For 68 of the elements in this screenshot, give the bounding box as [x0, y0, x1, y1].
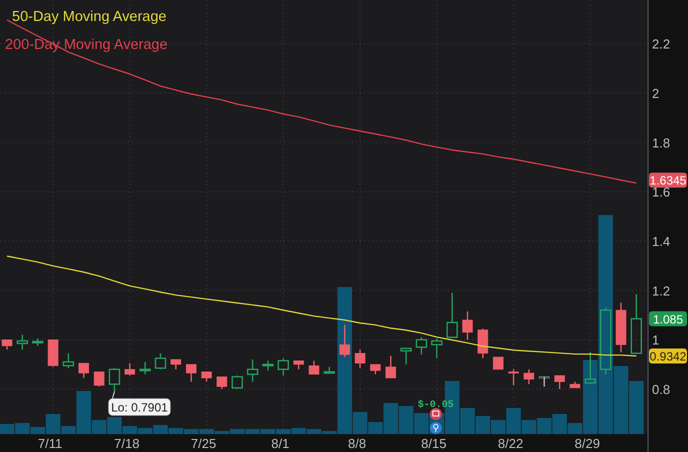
candlestick	[293, 360, 304, 370]
candlestick	[570, 382, 580, 388]
candlestick	[48, 339, 58, 367]
candlestick	[400, 348, 412, 364]
axis-label: 8/8	[348, 436, 366, 451]
axis-label: 7/11	[38, 436, 62, 451]
candlestick	[94, 371, 104, 387]
legend-label: 50-Day Moving Average	[12, 9, 166, 25]
candlestick	[16, 334, 28, 350]
axis-label: 7/18	[114, 436, 140, 451]
legend-label: 200-Day Moving Average	[5, 37, 168, 53]
candlestick	[386, 356, 396, 379]
candlestick	[630, 294, 642, 354]
axis-label: 8/22	[498, 436, 524, 451]
candlestick	[508, 369, 519, 386]
annotation: Lo: 0.7901	[111, 400, 168, 415]
axis-label: 1.4	[652, 234, 670, 250]
candlestick	[492, 356, 504, 370]
candlestick	[584, 352, 596, 384]
candlestick	[124, 363, 136, 376]
candlestick	[524, 369, 534, 384]
axis-label: 8/15	[421, 436, 446, 451]
price-badge: 0.9342	[649, 348, 687, 364]
candlestick	[278, 358, 289, 376]
axis-label: 8/1	[271, 436, 290, 451]
info-marker-icon[interactable]	[430, 422, 442, 434]
candlestick	[554, 374, 565, 390]
candlestick	[431, 338, 442, 358]
candlestick	[186, 364, 196, 382]
candlestick	[600, 308, 612, 374]
axis-label: 1	[652, 332, 660, 348]
candlestick	[246, 359, 258, 382]
candlestick	[201, 371, 212, 382]
candlestick	[154, 353, 166, 370]
price-badge: 1.6345	[649, 172, 687, 188]
candlestick	[339, 324, 350, 358]
axis-label: 0.8	[652, 382, 670, 398]
candlestick	[539, 376, 550, 387]
candlestick	[2, 339, 12, 350]
candlestick	[140, 362, 151, 374]
axis-label: 7/25	[190, 436, 216, 451]
candlestick	[462, 311, 473, 340]
candlestick	[108, 368, 120, 392]
price-badge: 1.085	[649, 311, 687, 326]
candlestick	[262, 360, 274, 371]
candlestick	[170, 358, 182, 370]
candlestick	[232, 376, 243, 390]
candlestick	[32, 338, 44, 346]
earnings-label: $-0.05	[418, 400, 454, 411]
candlestick	[62, 353, 74, 368]
axis-label: 8/29	[574, 436, 600, 451]
axis-label: 2.2	[652, 36, 670, 52]
axis-label: 1.8	[652, 135, 670, 150]
candlestick	[416, 337, 428, 355]
candlestick	[354, 350, 366, 368]
axis-label: 2	[652, 86, 660, 102]
price-tooltip: Lo: 0.7901	[108, 398, 171, 416]
candlestick	[78, 362, 89, 378]
candlestick	[478, 328, 488, 358]
candlestick	[324, 366, 335, 374]
candlestick	[370, 364, 381, 374]
event-marker-icon[interactable]	[430, 408, 442, 420]
axis-label: 1.2	[652, 283, 670, 298]
leader-line	[112, 391, 115, 400]
candlestick	[616, 302, 626, 352]
candlestick	[308, 360, 320, 375]
candlestick	[446, 292, 458, 338]
candlestick	[216, 376, 228, 390]
